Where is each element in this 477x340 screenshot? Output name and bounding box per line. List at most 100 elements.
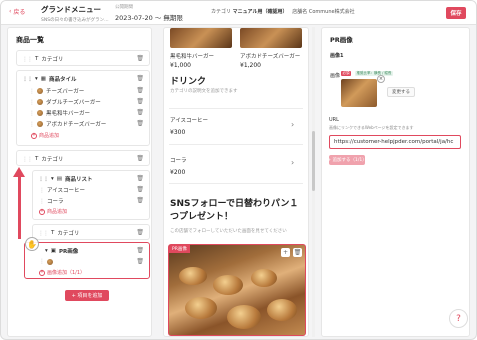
drink-price: ¥300 bbox=[170, 129, 186, 136]
product-list-card: ⋮⋮ ▾ ▤ 商品リスト 🗑 ⋮ アイスコーヒー 🗑 ⋮ コーラ 🗑 + 商品追… bbox=[32, 170, 150, 220]
drink-price: ¥200 bbox=[170, 169, 186, 176]
drag-handle-icon[interactable]: ⋮ bbox=[39, 187, 45, 194]
category-card[interactable]: ⋮⋮ T カテゴリ 🗑 bbox=[16, 150, 150, 166]
trash-icon[interactable]: 🗑 bbox=[136, 186, 144, 193]
page-subtitle: SNSの日々の書き込みがグラン… bbox=[41, 18, 109, 23]
drag-arrow-head bbox=[13, 167, 25, 177]
drag-arrow bbox=[18, 175, 21, 239]
help-icon[interactable]: ? bbox=[449, 309, 468, 328]
trash-icon[interactable]: 🗑 bbox=[136, 258, 144, 265]
add-product-link[interactable]: + 商品追加 bbox=[31, 132, 59, 139]
drag-handle-icon[interactable]: ⋮ bbox=[29, 110, 35, 117]
list-item[interactable]: ⋮ コーラ bbox=[39, 197, 64, 206]
trash-icon[interactable]: 🗑 bbox=[136, 87, 144, 94]
trash-icon[interactable]: 🗑 bbox=[136, 55, 144, 62]
trash-icon[interactable]: 🗑 bbox=[136, 98, 144, 105]
grid-icon: ▦ bbox=[40, 76, 46, 82]
add-image-link[interactable]: + 画像追加（1/1） bbox=[39, 269, 85, 276]
pr-image-card[interactable]: ▾ ▣ PR画像 🗑 ⋮ 🗑 + 画像追加（1/1） bbox=[24, 242, 150, 279]
list-icon: ▤ bbox=[56, 176, 62, 182]
drag-handle-icon[interactable]: ⋮ bbox=[29, 99, 35, 106]
period-value: 2023-07-20 〜 無期限 bbox=[115, 14, 183, 22]
sns-title: SNSフォローで日替わりパン１つプレゼント！ bbox=[170, 199, 299, 222]
pr-thumbnail bbox=[47, 258, 53, 265]
drag-handle-icon[interactable]: ⋮ bbox=[29, 88, 35, 95]
list-item[interactable]: ⋮ 黒毛和牛バーガー bbox=[29, 109, 90, 118]
trash-icon[interactable]: 🗑 bbox=[293, 248, 302, 257]
plus-icon: + bbox=[39, 208, 45, 215]
add-item-button[interactable]: + 項目を追加 bbox=[65, 290, 109, 301]
list-item[interactable]: ⋮ bbox=[39, 258, 53, 265]
image-label: 画像1 bbox=[330, 53, 344, 59]
top-header: ‹ 戻る グランドメニュー SNSの日々の書き込みがグラン… 公開期間 2023… bbox=[1, 1, 476, 25]
product-thumbnail bbox=[37, 121, 43, 127]
plus-icon[interactable]: + bbox=[281, 248, 290, 257]
drag-handle-icon[interactable]: ⋮⋮ bbox=[22, 156, 33, 163]
list-item[interactable]: ⋮ ダブルチーズバーガー bbox=[29, 98, 101, 107]
drink-name[interactable]: アイスコーヒー bbox=[170, 116, 208, 124]
chevron-right-icon[interactable]: › bbox=[291, 158, 294, 167]
trash-icon[interactable]: 🗑 bbox=[136, 175, 144, 182]
product-price: ¥1,000 bbox=[170, 62, 191, 69]
trash-icon[interactable]: 🗑 bbox=[136, 197, 144, 204]
trash-icon[interactable]: 🗑 bbox=[136, 109, 144, 116]
chevron-right-icon[interactable]: › bbox=[291, 120, 294, 129]
trash-icon[interactable]: 🗑 bbox=[136, 229, 144, 236]
chevron-left-icon: ‹ bbox=[9, 8, 12, 15]
save-button[interactable]: 保存 bbox=[446, 7, 466, 19]
pr-badge: PR画像 bbox=[169, 245, 190, 253]
section-title: ドリンク bbox=[170, 77, 207, 87]
back-button[interactable]: ‹ 戻る bbox=[9, 7, 25, 16]
category-card[interactable]: ⋮⋮ T カテゴリ 🗑 bbox=[16, 50, 150, 66]
image-field-label: 画像 bbox=[330, 73, 341, 79]
product-image bbox=[170, 28, 232, 48]
pr-image-preview[interactable]: PR画像 + 🗑 bbox=[168, 244, 306, 336]
trash-icon[interactable]: 🗑 bbox=[136, 247, 144, 254]
section-description: カテゴリの説明文を追加できます bbox=[170, 89, 238, 94]
product-tile-card: ⋮⋮ ▾ ▦ 商品タイル 🗑 ⋮ チーズバーガー 🗑 ⋮ ダブルチーズバーガー … bbox=[16, 70, 150, 146]
url-label: URL bbox=[329, 117, 339, 123]
url-input[interactable]: https://customer-helpjpder.com/portal/ja… bbox=[329, 135, 461, 149]
list-item[interactable]: ⋮ アボカドチーズバーガー bbox=[29, 120, 106, 129]
add-product-link[interactable]: + 商品追加 bbox=[39, 208, 67, 215]
trash-icon[interactable]: 🗑 bbox=[136, 155, 144, 162]
drag-handle-icon[interactable]: ⋮ bbox=[39, 258, 45, 265]
text-icon: T bbox=[35, 56, 39, 62]
sns-description: この店舗でフォローしていただいた画面を見せてください bbox=[170, 229, 287, 234]
plus-icon: + bbox=[31, 132, 37, 139]
menu-title-block: グランドメニュー SNSの日々の書き込みがグラン… bbox=[41, 4, 109, 23]
app-frame: ‹ 戻る グランドメニュー SNSの日々の書き込みがグラン… 公開期間 2023… bbox=[0, 0, 477, 340]
product-image bbox=[240, 28, 302, 48]
drag-handle-icon[interactable]: ⋮ bbox=[29, 121, 35, 128]
header-meta: カテゴリ マニュアル用（確認用） 店舗名 Commune株式会社 bbox=[211, 9, 355, 15]
category-card[interactable]: ⋮⋮ T カテゴリ 🗑 bbox=[32, 224, 150, 240]
product-name: アボカドチーズバーガー bbox=[240, 54, 301, 60]
required-tag: 必須 bbox=[341, 71, 351, 76]
drag-handle-icon[interactable]: ⋮⋮ bbox=[22, 76, 33, 83]
trash-icon[interactable]: 🗑 bbox=[136, 75, 144, 82]
page-title: グランドメニュー bbox=[41, 5, 101, 14]
change-image-button[interactable]: 変更する bbox=[387, 87, 415, 97]
trash-icon[interactable]: 🗑 bbox=[136, 120, 144, 127]
caret-down-icon[interactable]: ▾ bbox=[35, 76, 38, 82]
drink-name[interactable]: コーラ bbox=[170, 156, 187, 164]
product-thumbnail bbox=[37, 110, 43, 116]
period-block: 公開期間 2023-07-20 〜 無期限 bbox=[115, 4, 183, 22]
drag-handle-icon[interactable]: ⋮⋮ bbox=[22, 56, 33, 63]
caret-down-icon[interactable]: ▾ bbox=[45, 248, 48, 254]
grab-cursor-icon: ✋ bbox=[25, 237, 39, 251]
drag-handle-icon[interactable]: ⋮⋮ bbox=[38, 230, 49, 237]
scroll-thumb[interactable] bbox=[312, 131, 315, 191]
add-url-button[interactable]: + 追加する（1/1） bbox=[327, 155, 367, 165]
product-thumbnail bbox=[37, 99, 43, 105]
text-icon: T bbox=[51, 230, 55, 236]
size-tag: 推奨比率：横長 / 縦長 bbox=[355, 71, 393, 76]
caret-down-icon[interactable]: ▾ bbox=[51, 176, 54, 182]
list-item[interactable]: ⋮ チーズバーガー bbox=[29, 87, 84, 96]
drag-handle-icon[interactable]: ⋮ bbox=[39, 198, 45, 205]
drag-handle-icon[interactable]: ⋮⋮ bbox=[38, 176, 49, 183]
close-icon[interactable]: × bbox=[377, 75, 385, 83]
product-thumbnail bbox=[37, 88, 43, 94]
plus-icon: + bbox=[39, 269, 45, 276]
list-item[interactable]: ⋮ アイスコーヒー bbox=[39, 186, 85, 195]
